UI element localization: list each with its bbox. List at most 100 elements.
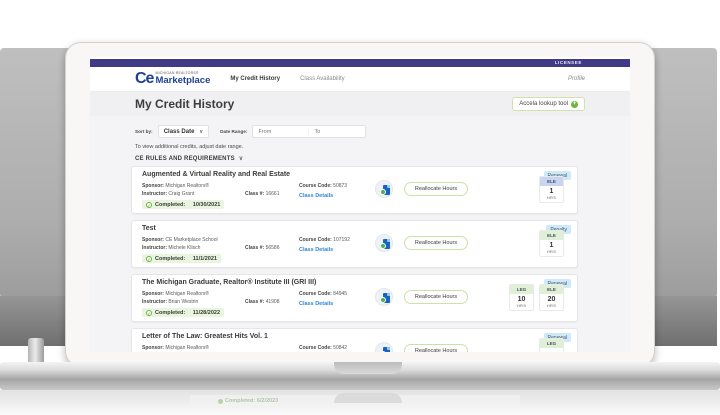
sort-by-dropdown[interactable]: Class Date ∨ <box>158 125 209 138</box>
licensee-label: LICENSEE <box>555 60 582 65</box>
course-doc-icon <box>375 288 393 306</box>
credit-type: LEG <box>510 285 533 294</box>
nav-class-availability[interactable]: Class Availability <box>300 76 345 82</box>
profile-link[interactable]: Profile <box>568 76 585 82</box>
instructor-value: Brian Westrin <box>168 299 198 305</box>
completed-label: Completed: <box>155 310 185 316</box>
main-navbar: Ce MICHIGAN REALTORS® Marketplace My Cre… <box>90 67 630 92</box>
instructor-value: Craig Grant <box>168 191 194 197</box>
check-icon: ✓ <box>146 202 152 208</box>
date-range-label: Date Range: <box>220 129 247 134</box>
date-range-box <box>252 125 366 138</box>
mockup-stage: LICENSEE Ce MICHIGAN REALTORS® Marketpla… <box>0 0 720 415</box>
course-doc-icon <box>375 342 393 352</box>
completed-label: Completed: <box>155 202 185 208</box>
credit-card-list: Augmented & Virtual Reality and Real Est… <box>131 166 578 352</box>
ce-rules-toggle[interactable]: CE RULES AND REQUIREMENTS ∨ <box>135 155 243 162</box>
course-title: Augmented & Virtual Reality and Real Est… <box>142 171 290 178</box>
credit-badge: LEG <box>539 338 564 352</box>
course-doc-icon <box>375 234 393 252</box>
date-from-input[interactable] <box>253 129 309 135</box>
class-number-label: Class #: <box>245 299 264 305</box>
class-details-link[interactable]: Class Details <box>299 301 333 307</box>
laptop-notch <box>334 362 402 374</box>
sponsor-value: Michigan Realtors® <box>165 345 209 351</box>
instructor-value: Michele Klisch <box>168 245 200 251</box>
class-number-value: 16661 <box>266 191 280 197</box>
credit-type: ELE <box>540 177 563 186</box>
filter-bar: Sort by: Class Date ∨ Date Range: <box>135 125 366 138</box>
credit-type: ELE <box>540 285 563 294</box>
accela-lookup-button[interactable]: Accela lookup tool + <box>512 97 585 111</box>
laptop-screen: LICENSEE Ce MICHIGAN REALTORS® Marketpla… <box>90 57 630 352</box>
sponsor-value: Michigan Realtors® <box>165 291 209 297</box>
credit-hours: 1 <box>540 188 563 195</box>
sponsor-value: Michigan Realtors® <box>165 183 209 189</box>
ce-rules-label: CE RULES AND REQUIREMENTS <box>135 156 235 162</box>
class-details-link[interactable]: Class Details <box>299 247 333 253</box>
class-number-value: 41908 <box>266 299 280 305</box>
course-card: Augmented & Virtual Reality and Real Est… <box>131 166 578 214</box>
nav-my-credit-history[interactable]: My Credit History <box>230 76 280 82</box>
sponsor-label: Sponsor: <box>142 237 164 243</box>
chevron-down-icon: ∨ <box>239 156 244 162</box>
accela-label: Accela lookup tool <box>519 101 568 107</box>
course-code-label: Course Code: <box>299 237 332 243</box>
instructor-label: Instructor: <box>142 191 167 197</box>
class-details-link[interactable]: Class Details <box>299 193 333 199</box>
credit-badge: LEG 10HRS <box>509 284 534 311</box>
completed-chip: ✓ Completed: 10/30/2021 <box>142 200 224 209</box>
check-icon: ✓ <box>146 256 152 262</box>
credit-type: LEG <box>540 339 563 348</box>
sponsor-label: Sponsor: <box>142 291 164 297</box>
plus-icon: + <box>571 101 578 108</box>
instructor-label: Instructor: <box>142 299 167 305</box>
hrs-label: HRS <box>540 303 563 308</box>
credit-badges: LEG 10HRS ELE 20HRS <box>509 284 564 311</box>
logo-ce-mark: Ce <box>135 70 153 88</box>
completed-date: 11/1/2021 <box>193 256 217 262</box>
course-code-label: Course Code: <box>299 345 332 351</box>
class-number-value: 56586 <box>266 245 280 251</box>
course-card: Test Penalty Sponsor: CE Marketplace Sch… <box>131 220 578 268</box>
ce-marketplace-logo[interactable]: Ce MICHIGAN REALTORS® Marketplace <box>135 70 210 88</box>
check-icon <box>218 399 223 404</box>
course-code-value: 50873 <box>333 183 347 189</box>
class-number-label: Class #: <box>245 245 264 251</box>
credit-badges: ELE 1HRS <box>539 176 564 203</box>
reallocate-hours-button[interactable]: Reallocate Hours <box>404 344 468 352</box>
credit-badges: ELE 1HRS <box>539 230 564 257</box>
credit-hours: 10 <box>510 296 533 303</box>
course-title: Test <box>142 225 156 232</box>
completed-date: 11/28/2022 <box>193 310 220 316</box>
reallocate-hours-button[interactable]: Reallocate Hours <box>404 236 468 250</box>
reflection-completed-chip: Completed: 6/2/2023 <box>218 398 278 404</box>
instructor-label: Instructor: <box>142 245 167 251</box>
course-doc-icon <box>375 180 393 198</box>
sort-by-value: Class Date <box>164 129 195 135</box>
content-area: Sort by: Class Date ∨ Date Range: To vie… <box>90 116 630 352</box>
credit-badge: ELE 1HRS <box>539 176 564 203</box>
credit-badges: LEG <box>539 338 564 352</box>
course-card: Letter of The Law: Greatest Hits Vol. 1 … <box>131 328 578 352</box>
credit-badge: ELE 20HRS <box>539 284 564 311</box>
date-to-input[interactable] <box>309 129 365 135</box>
course-code-value: 107192 <box>333 237 350 243</box>
sponsor-label: Sponsor: <box>142 345 164 351</box>
licensee-bar: LICENSEE <box>90 59 630 67</box>
reflection-completed-text: Completed: 6/2/2023 <box>225 398 278 404</box>
reallocate-hours-button[interactable]: Reallocate Hours <box>404 182 468 196</box>
course-title: The Michigan Graduate, Realtor® Institut… <box>142 279 316 286</box>
logo-name: Marketplace <box>155 76 210 86</box>
page-title: My Credit History <box>135 97 234 111</box>
sort-by-label: Sort by: <box>135 129 153 134</box>
completed-chip: ✓ Completed: 11/28/2022 <box>142 308 224 317</box>
course-card: The Michigan Graduate, Realtor® Institut… <box>131 274 578 322</box>
reallocate-hours-button[interactable]: Reallocate Hours <box>404 290 468 304</box>
class-number-label: Class #: <box>245 191 264 197</box>
hrs-label: HRS <box>510 303 533 308</box>
credit-type: ELE <box>540 231 563 240</box>
credit-badge: ELE 1HRS <box>539 230 564 257</box>
course-code-value: 50842 <box>333 345 347 351</box>
reflection-notch <box>334 393 402 403</box>
